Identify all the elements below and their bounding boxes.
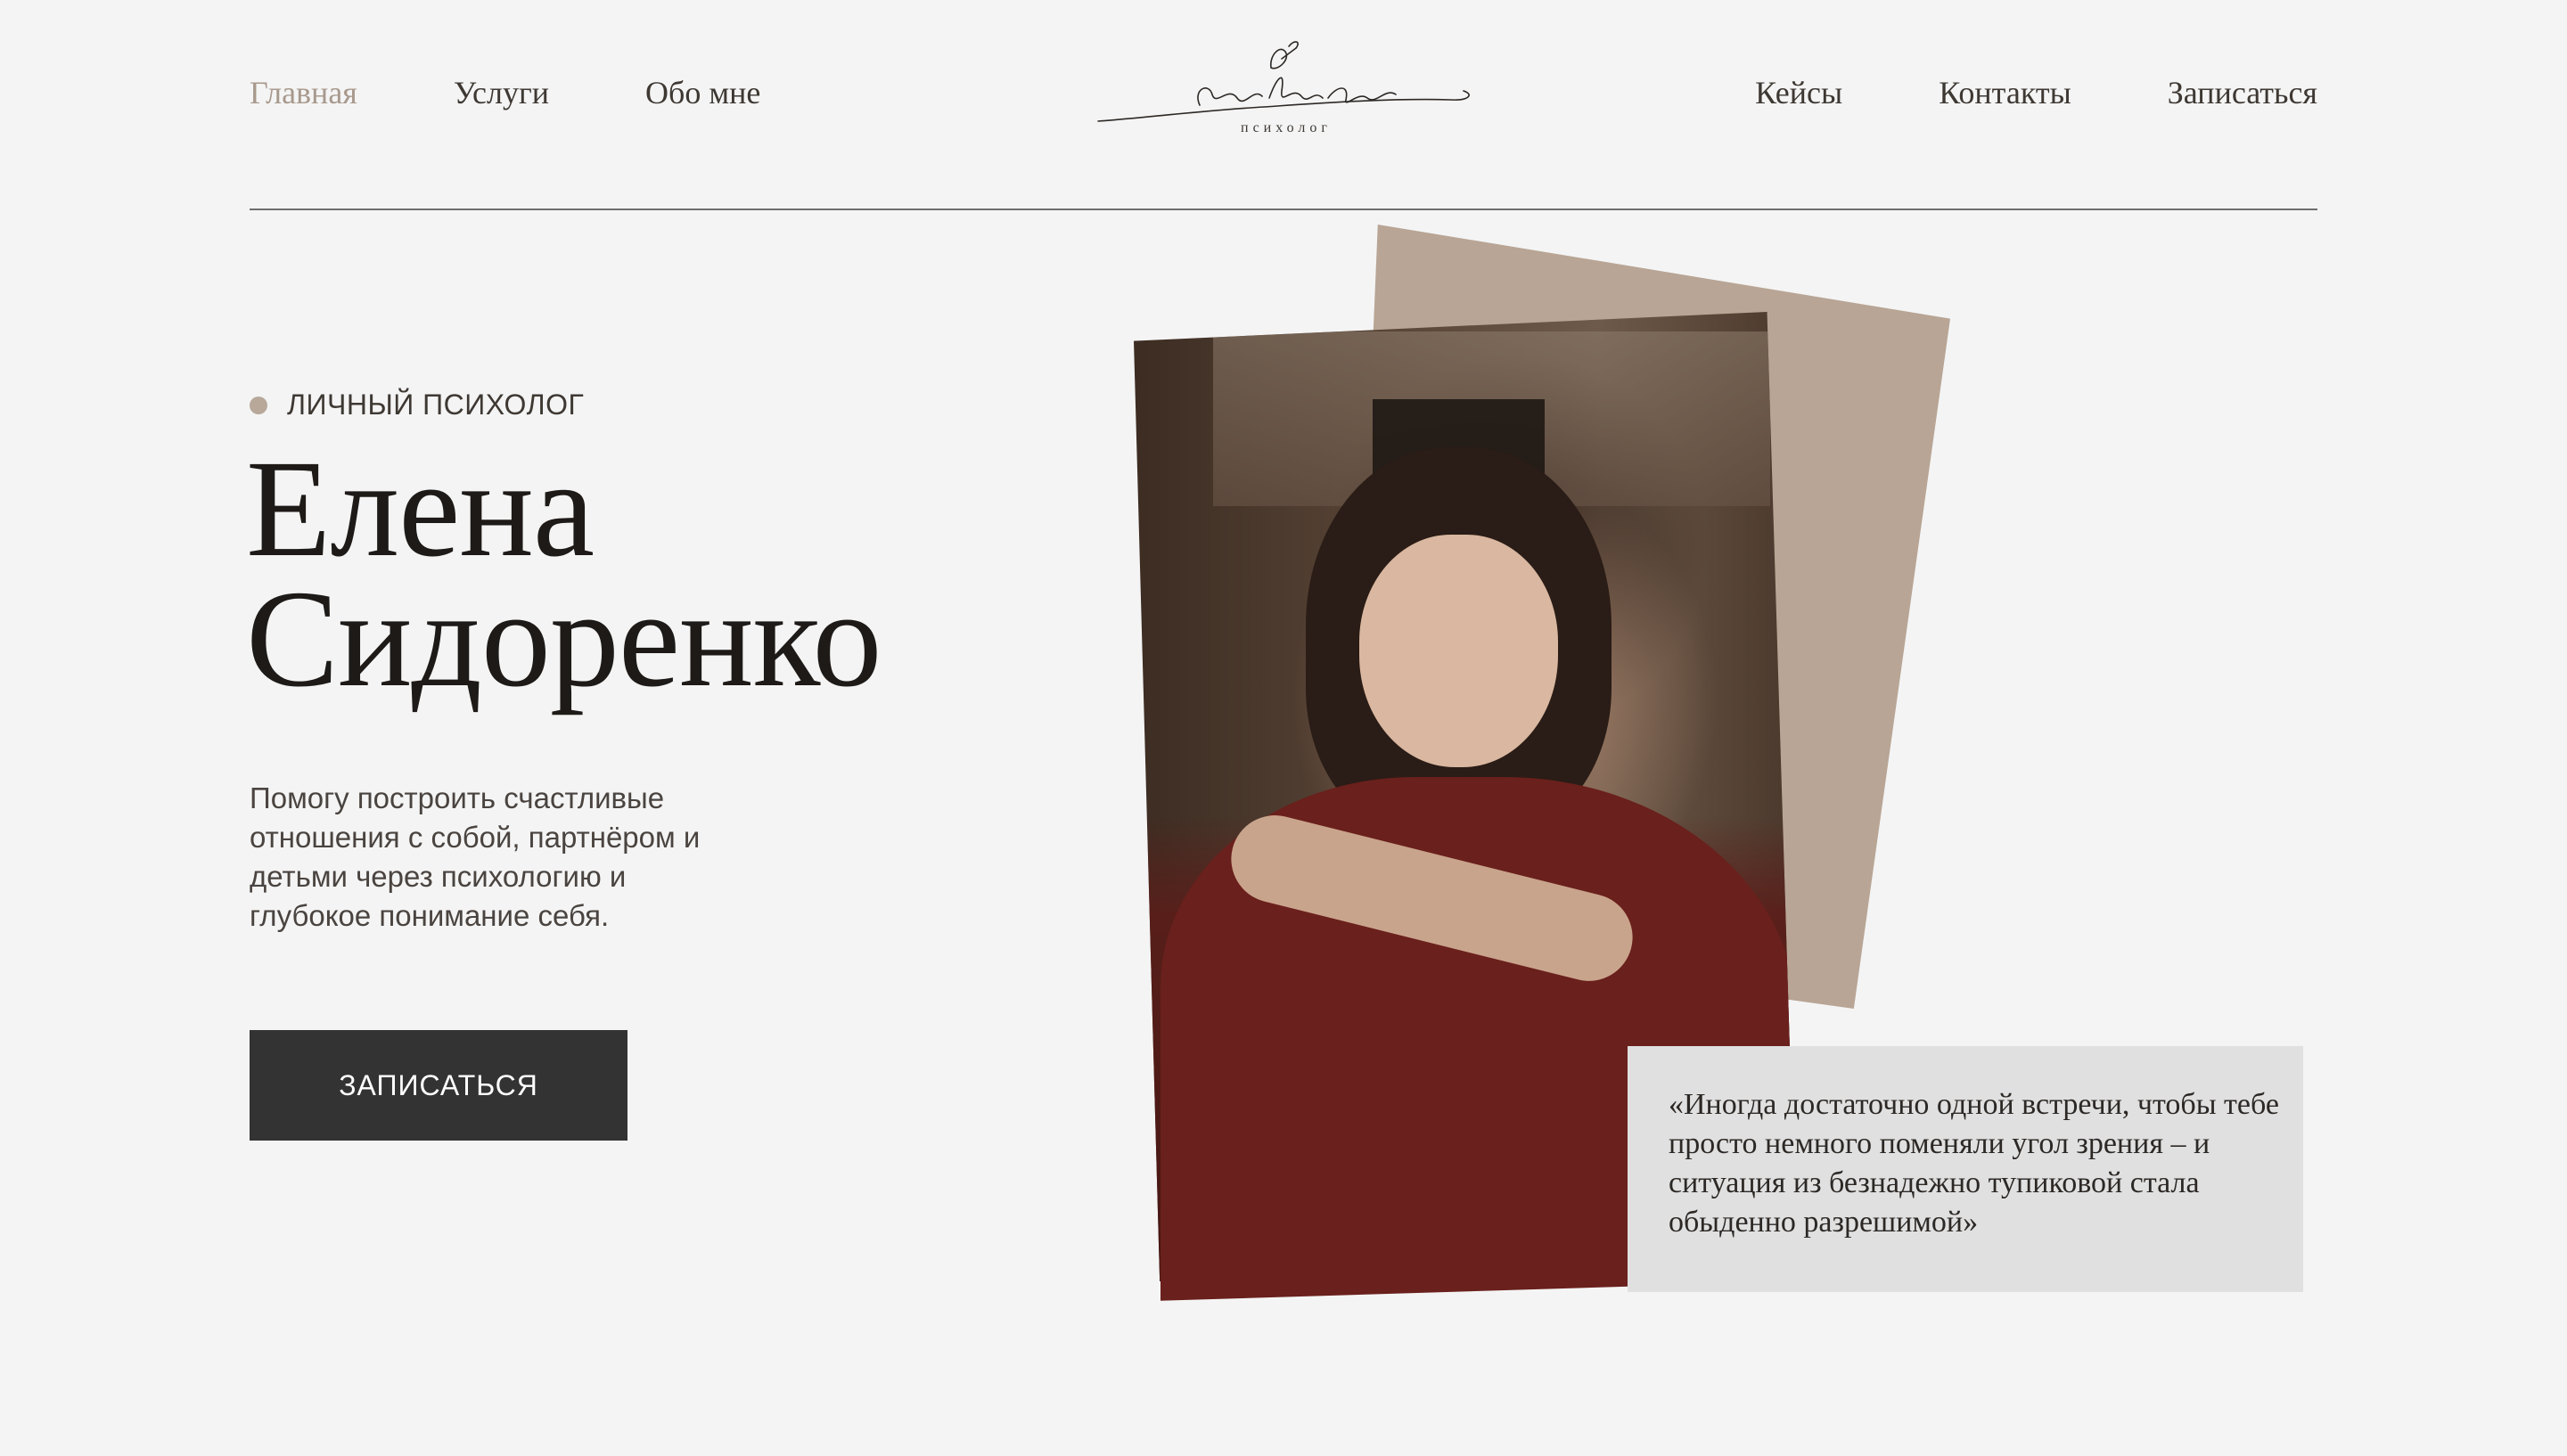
hero-title: Елена Сидоренко <box>246 431 882 716</box>
bullet-dot-icon <box>250 396 267 414</box>
hero-first-name: Елена <box>246 431 595 585</box>
nav-services-link[interactable]: Услуги <box>454 77 549 109</box>
nav-signup-link[interactable]: Записаться <box>2168 77 2317 109</box>
photo-face <box>1358 535 1559 768</box>
nav-contacts-link[interactable]: Контакты <box>1939 77 2071 109</box>
hero-description: Помогу построить счастливые отношения с … <box>250 781 701 932</box>
signup-button[interactable]: ЗАПИСАТЬСЯ <box>250 1030 627 1141</box>
logo-signature[interactable]: психолог <box>1095 32 1478 143</box>
nav-about-link[interactable]: Обо мне <box>645 77 760 109</box>
quote-card: «Иногда достаточно одной встречи, чтобы … <box>1628 1046 2303 1292</box>
hero-eyebrow: ЛИЧНЫЙ ПСИХОЛОГ <box>250 389 584 421</box>
nav-left: Главная Услуги Обо мне <box>250 77 760 109</box>
hero-last-name: Сидоренко <box>246 561 882 716</box>
logo-subtitle: психолог <box>1241 120 1332 135</box>
nav-right: Кейсы Контакты Записаться <box>1755 77 2317 109</box>
quote-text: «Иногда достаточно одной встречи, чтобы … <box>1669 1088 2279 1239</box>
nav-cases-link[interactable]: Кейсы <box>1755 77 1842 109</box>
nav-home-link[interactable]: Главная <box>250 77 357 109</box>
eyebrow-label: ЛИЧНЫЙ ПСИХОЛОГ <box>287 389 585 421</box>
header-divider <box>250 209 2317 210</box>
